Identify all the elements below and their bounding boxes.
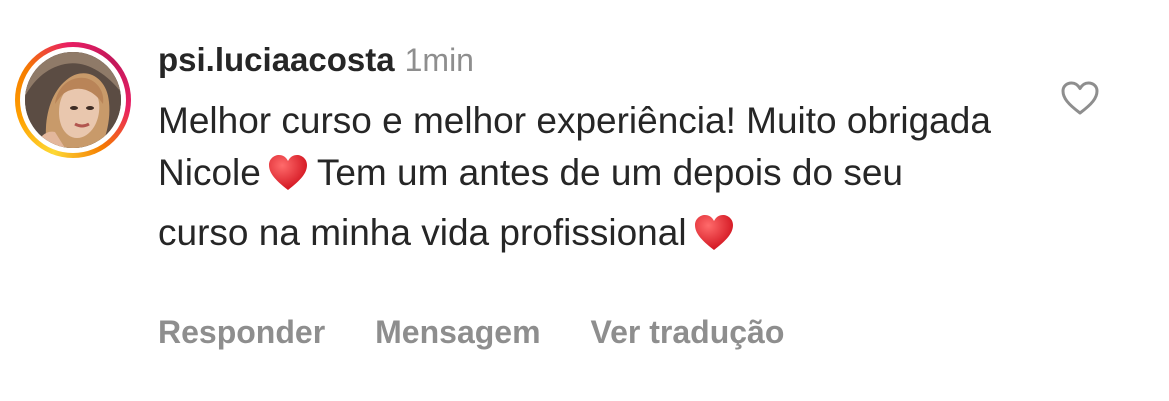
timestamp: 1min (404, 42, 474, 78)
comment-item: psi.luciaacosta 1min Melhor curso e melho… (0, 0, 1169, 401)
comment-actions: Responder Mensagem Ver tradução (158, 310, 784, 354)
reply-button[interactable]: Responder (158, 310, 325, 354)
like-button[interactable] (1060, 80, 1100, 116)
heart-outline-icon (1061, 81, 1099, 115)
comment-header: psi.luciaacosta 1min (158, 38, 474, 82)
avatar[interactable] (15, 42, 131, 158)
comment-text: Melhor curso e melhor experiência! Muito… (158, 95, 998, 267)
avatar-photo (25, 52, 121, 148)
red-heart-emoji-icon (693, 213, 735, 267)
username[interactable]: psi.luciaacosta (158, 41, 395, 78)
message-button[interactable]: Mensagem (375, 310, 540, 354)
translate-button[interactable]: Ver tradução (591, 310, 785, 354)
red-heart-emoji-icon (267, 153, 309, 207)
